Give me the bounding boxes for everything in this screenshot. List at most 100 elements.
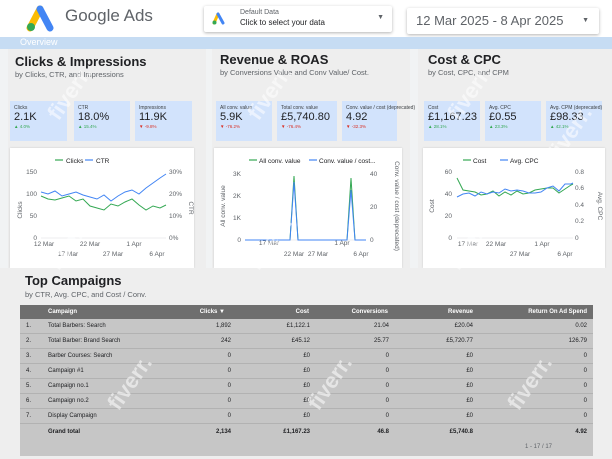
y-tick: 1K	[233, 215, 242, 222]
table-row[interactable]: 5. Campaign no.1 0 £0 0 £0 0	[20, 379, 593, 394]
row-number: 5.	[26, 383, 32, 389]
y-right-tick: 0%	[169, 235, 179, 242]
y-axis-label: Cost	[429, 199, 436, 213]
kpi-card: Avg. CPC £0.55 ▲ 23.3%	[485, 101, 541, 141]
cell-clicks: 0	[227, 398, 231, 404]
clicks-ctr-chart: Clicks CTR 150 100 50 0 30% 20% 10% 0% C…	[10, 148, 194, 268]
kpi-value: £98.33	[550, 111, 584, 123]
kpi-value: 5.9K	[220, 111, 243, 123]
series-cost-line	[456, 177, 574, 197]
y-right-axis-label: Avg. CPC	[596, 192, 603, 221]
date-range-text: 12 Mar 2025 - 8 Apr 2025	[416, 13, 564, 28]
cell-roas: 0.02	[575, 323, 587, 329]
y-right-tick: 0.8	[575, 169, 584, 176]
cell-revenue: £0	[466, 398, 473, 404]
data-source-selector[interactable]: Default Data Click to select your data ▼	[204, 6, 392, 32]
y-tick: 150	[26, 169, 37, 176]
table-row[interactable]: 1. Total Barbers: Search 1,892 £1,122.1 21.0…	[20, 319, 593, 334]
x-tick: 17 Mar	[259, 240, 280, 247]
table-row[interactable]: 2. Total Barber: Brand Search 242 £45.12 25.…	[20, 334, 593, 349]
cell-revenue: £20.04	[454, 323, 473, 329]
cell-cost: £0	[303, 353, 310, 359]
kpi-change: ▲ 42.1%	[550, 124, 569, 129]
kpi-card: Avg. CPM (deprecated) £98.33 ▲ 42.1%	[546, 101, 602, 141]
cell-clicks: 0	[227, 383, 231, 389]
legend-label: Avg. CPC	[510, 158, 539, 165]
cell-revenue: £0	[466, 413, 473, 419]
y-right-tick: 0	[575, 235, 579, 242]
cell-cost: £45.12	[291, 338, 310, 344]
x-tick: 27 Mar	[308, 251, 329, 258]
y-right-tick: 40	[370, 171, 378, 178]
cell-cost: £0	[303, 383, 310, 389]
y-axis-label: Clicks	[17, 201, 24, 219]
kpi-value: £1,167.23	[428, 111, 477, 123]
table-row[interactable]: 7. Display Campaign 0 £0 0 £0 0	[20, 409, 593, 424]
y-right-tick: 30%	[169, 169, 182, 176]
kpi-card: CTR 18.0% ▲ 15.4%	[74, 101, 130, 141]
y-tick: 0	[448, 235, 452, 242]
cost-cpc-chart-svg: Cost Avg. CPC 60 40 20 0 0.8 0.6 0.4 0.2…	[429, 158, 603, 258]
y-right-axis-label: CTR	[187, 201, 194, 215]
kpi-change: ▼ -32.3%	[346, 124, 366, 129]
table-row[interactable]: 4. Campaign #1 0 £0 0 £0 0	[20, 364, 593, 379]
y-tick: 0	[237, 237, 241, 244]
data-source-label: Default Data	[240, 9, 279, 16]
table-row[interactable]: 6. Campaign no.2 0 £0 0 £0 0	[20, 394, 593, 409]
series-ctr-line	[40, 173, 167, 202]
cell-conversions: 21.04	[373, 323, 389, 329]
section-subtitle: by Cost, CPC, and CPM	[428, 68, 509, 77]
chevron-down-icon: ▼	[377, 14, 384, 21]
column-header-revenue[interactable]: Revenue	[448, 309, 473, 315]
campaign-name: Campaign no.1	[48, 383, 89, 389]
section-subtitle: by Conversions Value and Conv Value/ Cos…	[220, 68, 369, 77]
cell-conversions: 0	[385, 413, 389, 419]
grand-total-clicks: 2,134	[215, 429, 231, 435]
kpi-card: Cost £1,167.23 ▲ 28.1%	[424, 101, 480, 141]
table-pagination[interactable]: 1 - 17 / 17	[525, 444, 552, 450]
kpi-change: ▲ 28.1%	[428, 124, 447, 129]
cell-roas: 0	[583, 413, 587, 419]
x-tick: 17 Mar	[458, 241, 479, 248]
y-right-tick: 0	[370, 237, 374, 244]
y-axis-label: All conv. value	[220, 185, 227, 227]
x-tick: 1 Apr	[534, 241, 550, 248]
column-header-conversions[interactable]: Conversions	[352, 309, 388, 315]
table-row[interactable]: 3. Barber Courses: Search 0 £0 0 £0 0	[20, 349, 593, 364]
column-header-roas[interactable]: Return On Ad Spend	[528, 309, 587, 315]
google-ads-logo	[26, 5, 54, 32]
column-header-campaign[interactable]: Campaign	[48, 309, 77, 315]
y-tick: 3K	[233, 171, 242, 178]
cell-revenue: £0	[466, 383, 473, 389]
x-tick: 6 Apr	[149, 251, 165, 258]
section-title: Revenue & ROAS	[220, 52, 329, 67]
y-right-axis-label: Conv. value / cost (deprecated)	[393, 161, 400, 251]
cell-cost: £0	[303, 398, 310, 404]
cell-roas: 0	[583, 383, 587, 389]
column-header-clicks[interactable]: Clicks ▼	[200, 309, 225, 315]
kpi-card: Total conv. value £5,740.80 ▼ -76.4%	[277, 101, 337, 141]
campaign-name: Total Barbers: Search	[48, 323, 106, 329]
column-header-cost[interactable]: Cost	[296, 309, 309, 315]
data-source-hint: Click to select your data	[240, 18, 325, 27]
cell-clicks: 1,892	[215, 323, 231, 329]
date-range-picker[interactable]: 12 Mar 2025 - 8 Apr 2025 ▼	[407, 8, 599, 34]
cell-roas: 126.79	[568, 338, 587, 344]
x-tick: 1 Apr	[334, 240, 350, 247]
kpi-change: ▼ -76.2%	[220, 124, 240, 129]
x-tick: 6 Apr	[557, 251, 573, 258]
clicks-ctr-chart-svg: Clicks CTR 150 100 50 0 30% 20% 10% 0% C…	[17, 158, 194, 258]
cell-clicks: 0	[227, 353, 231, 359]
campaigns-table: Campaign Clicks ▼ Cost Conversions Reven…	[20, 305, 593, 456]
section-subtitle: by CTR, Avg. CPC, and Cost / Conv.	[25, 290, 147, 299]
section-title: Cost & CPC	[428, 52, 501, 67]
kpi-value: 11.9K	[139, 111, 167, 123]
series-clicks-line	[40, 195, 167, 211]
kpi-value: 18.0%	[78, 111, 110, 123]
google-ads-mini-icon	[212, 12, 225, 25]
y-tick: 50	[30, 213, 38, 220]
x-tick: 1 Apr	[126, 241, 142, 248]
cell-roas: 0	[583, 353, 587, 359]
y-right-tick: 0.4	[575, 202, 584, 209]
brand-name: Google Ads	[65, 6, 153, 25]
